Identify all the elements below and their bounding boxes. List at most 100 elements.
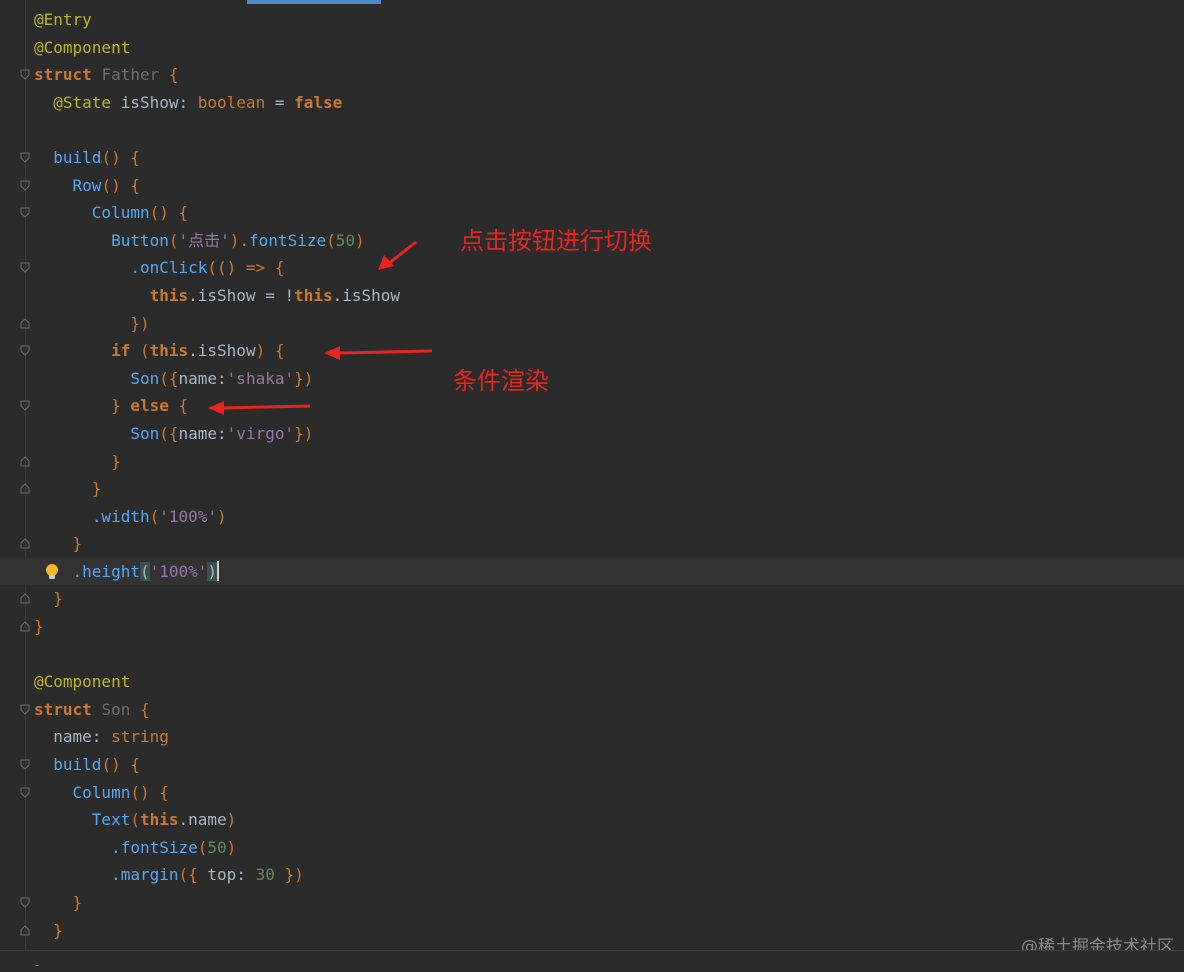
code-line[interactable]: } xyxy=(0,889,1184,917)
code-token: Son xyxy=(34,423,160,443)
code-token: : xyxy=(178,92,198,112)
code-line[interactable]: Text(this.name) xyxy=(0,806,1184,834)
code-line[interactable]: } xyxy=(0,613,1184,641)
fold-marker-icon[interactable] xyxy=(20,704,30,715)
code-token: .isShow xyxy=(332,285,401,305)
code-line[interactable]: Son({name:'shaka'}) xyxy=(0,365,1184,393)
code-token: name xyxy=(178,423,218,443)
code-text: if (this.isShow) { xyxy=(34,337,284,365)
code-line[interactable]: } xyxy=(0,585,1184,613)
code-line[interactable]: } xyxy=(0,448,1184,476)
code-token: .onClick xyxy=(34,258,208,278)
code-line[interactable]: } else { xyxy=(0,392,1184,420)
code-token: '100%' xyxy=(149,561,208,581)
code-token: } xyxy=(34,589,63,609)
annotation-click-toggle: 点击按钮进行切换 xyxy=(460,227,652,255)
fold-marker-icon[interactable] xyxy=(20,152,30,163)
fold-marker-icon[interactable] xyxy=(20,897,30,908)
code-line[interactable] xyxy=(0,116,1184,144)
code-token: false xyxy=(294,92,343,112)
code-token: @Component xyxy=(34,37,131,57)
code-line[interactable]: build() { xyxy=(0,144,1184,172)
code-text: .height('100%') xyxy=(34,558,220,586)
text-caret xyxy=(217,560,220,581)
code-text: @State isShow: boolean = false xyxy=(34,89,342,117)
code-token: () { xyxy=(101,147,140,167)
code-line[interactable]: @Entry xyxy=(0,6,1184,34)
fold-marker-icon[interactable] xyxy=(20,345,30,356)
code-token: : xyxy=(217,423,227,443)
fold-marker-icon[interactable] xyxy=(20,759,30,770)
fold-marker-icon[interactable] xyxy=(20,207,30,218)
code-text: } xyxy=(34,530,83,558)
code-token: : xyxy=(217,368,227,388)
code-line[interactable]: .height('100%') xyxy=(0,557,1184,586)
code-token: ( xyxy=(139,341,150,361)
code-text: Column() { xyxy=(34,779,169,807)
code-token: boolean xyxy=(197,92,266,112)
fold-marker-icon[interactable] xyxy=(20,538,30,549)
code-line[interactable]: struct Son { xyxy=(0,696,1184,724)
code-token: struct xyxy=(34,699,102,719)
code-editor[interactable]: @Entry @Component struct Father { @State i… xyxy=(0,6,1184,972)
code-token: ( xyxy=(149,506,160,526)
code-token: struct xyxy=(34,65,102,85)
code-text: @Component xyxy=(34,668,130,696)
code-line[interactable]: .width('100%') xyxy=(0,503,1184,531)
fold-marker-icon[interactable] xyxy=(20,924,30,936)
code-line[interactable]: .margin({ top: 30 }) xyxy=(0,861,1184,889)
code-token: Son xyxy=(101,699,140,719)
code-token: top xyxy=(207,865,237,885)
code-line[interactable]: Column() { xyxy=(0,779,1184,807)
code-line[interactable]: this.isShow = !this.isShow xyxy=(0,282,1184,310)
code-token: this xyxy=(34,285,189,305)
code-token: ) xyxy=(226,810,237,830)
code-line[interactable]: if (this.isShow) { xyxy=(0,337,1184,365)
code-token: }) xyxy=(274,865,304,885)
code-text: struct Son { xyxy=(34,696,150,724)
code-line[interactable]: } xyxy=(0,475,1184,503)
fold-marker-icon[interactable] xyxy=(20,317,30,329)
code-line[interactable]: } xyxy=(0,530,1184,558)
code-token: : xyxy=(91,727,112,747)
code-text: .onClick(() => { xyxy=(34,254,284,282)
code-line[interactable]: Son({name:'virgo'}) xyxy=(0,420,1184,448)
code-line[interactable]: Row() { xyxy=(0,172,1184,200)
fold-marker-icon[interactable] xyxy=(20,69,30,80)
code-text: name: string xyxy=(34,723,169,751)
code-token: () { xyxy=(101,175,140,195)
fold-marker-icon[interactable] xyxy=(20,262,30,274)
fold-marker-icon[interactable] xyxy=(20,455,30,467)
code-token: 50 xyxy=(335,230,356,250)
code-token: Father xyxy=(101,65,169,85)
code-line[interactable]: name: string xyxy=(0,723,1184,751)
code-text: Column() { xyxy=(34,199,188,227)
code-token: Column xyxy=(34,782,131,802)
code-line[interactable]: .fontSize(50) xyxy=(0,834,1184,862)
fold-marker-icon[interactable] xyxy=(20,621,30,632)
code-line[interactable]: build() { xyxy=(0,751,1184,779)
code-token: '100%' xyxy=(159,506,218,526)
code-token: .height xyxy=(34,561,140,581)
code-token: Row xyxy=(34,175,102,195)
code-token: build xyxy=(34,147,102,167)
code-line[interactable]: .onClick(() => { xyxy=(0,254,1184,282)
code-line[interactable]: @Component xyxy=(0,34,1184,62)
code-line[interactable]: struct Father { xyxy=(0,61,1184,89)
code-line[interactable]: }) xyxy=(0,310,1184,338)
code-token: () { xyxy=(149,203,189,223)
code-line[interactable]: @State isShow: boolean = false xyxy=(0,89,1184,117)
fold-marker-icon[interactable] xyxy=(20,593,30,604)
code-token: ( xyxy=(326,230,336,250)
code-text: } else { xyxy=(34,392,188,420)
fold-marker-icon[interactable] xyxy=(20,483,30,494)
code-line[interactable] xyxy=(0,641,1184,669)
fold-marker-icon[interactable] xyxy=(20,787,30,798)
annotation-conditional-render: 条件渲染 xyxy=(453,367,549,395)
fold-marker-icon[interactable] xyxy=(20,180,30,191)
code-token: ( xyxy=(197,837,208,857)
code-token: .isShow xyxy=(188,341,256,361)
code-line[interactable]: } xyxy=(0,917,1184,945)
fold-marker-icon[interactable] xyxy=(20,400,30,412)
code-line[interactable]: @Component xyxy=(0,668,1184,696)
